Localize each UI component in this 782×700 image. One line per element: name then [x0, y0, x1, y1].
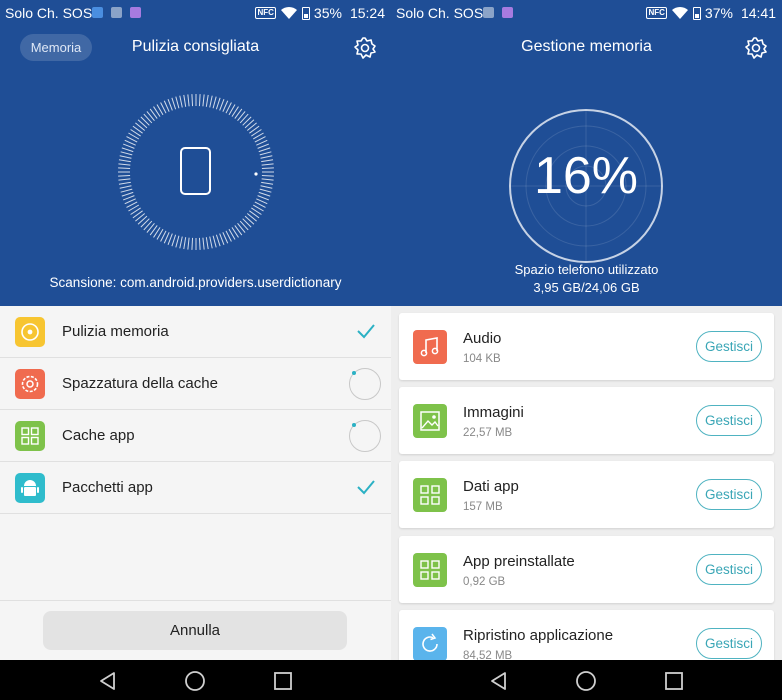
storage-card-app-restore: Ripristino applicazione 84,52 MB Gestisc…: [399, 610, 774, 660]
category-name: Audio: [463, 330, 502, 347]
home-icon[interactable]: [184, 670, 206, 692]
back-icon[interactable]: [488, 670, 510, 692]
left-navigation-bar: [0, 660, 391, 700]
manage-button[interactable]: Gestisci: [696, 331, 762, 362]
memory-clean-icon: [15, 317, 45, 347]
battery-percent: 37%: [704, 5, 733, 21]
check-icon: [357, 480, 375, 495]
restore-icon: [413, 627, 447, 660]
battery-icon: [692, 6, 701, 20]
header-panel: Solo Ch. SOS NFC 35% 15:24 Memoria Puliz…: [0, 0, 391, 306]
list-item-label: Pulizia memoria: [62, 323, 169, 340]
nfc-icon: NFC: [255, 7, 276, 19]
gallery-notification-icon: [111, 7, 122, 18]
page-title: Gestione memoria: [521, 38, 652, 55]
right-navigation-bar: [391, 660, 782, 700]
gear-icon[interactable]: [353, 36, 377, 60]
manage-button[interactable]: Gestisci: [696, 479, 762, 510]
category-name: Dati app: [463, 478, 519, 495]
recents-icon[interactable]: [663, 670, 685, 692]
clock: 15:24: [349, 5, 385, 21]
gallery-notification-icon: [483, 7, 494, 18]
home-icon[interactable]: [575, 670, 597, 692]
chat-notification-icon: [130, 7, 141, 18]
category-size: 0,92 GB: [463, 576, 506, 588]
list-item-label: Cache app: [62, 427, 135, 444]
carrier-label: Solo Ch. SOS: [5, 5, 93, 21]
battery-icon: [301, 6, 310, 20]
storage-card-preinstalled-apps: App preinstallate 0,92 GB Gestisci: [399, 536, 774, 603]
image-icon: [413, 404, 447, 438]
category-size: 157 MB: [463, 501, 503, 513]
back-icon[interactable]: [97, 670, 119, 692]
storage-card-app-data: Dati app 157 MB Gestisci: [399, 461, 774, 528]
status-bar: Solo Ch. SOS NFC 37% 14:41: [391, 0, 782, 26]
app-grid-icon: [413, 553, 447, 587]
storage-card-images: Immagini 22,57 MB Gestisci: [399, 387, 774, 454]
category-name: App preinstallate: [463, 553, 575, 570]
carrier-label: Solo Ch. SOS: [396, 5, 484, 21]
app-grid-icon: [413, 478, 447, 512]
scan-status-text: Scansione: com.android.providers.userdic…: [49, 275, 342, 290]
chat-notification-icon: [502, 7, 513, 18]
loading-spinner-icon: [349, 420, 381, 452]
list-item[interactable]: Spazzatura della cache: [0, 358, 391, 410]
usage-percent: 16%: [533, 147, 639, 205]
cleanup-screen: Solo Ch. SOS NFC 35% 15:24 Memoria Puliz…: [0, 0, 391, 660]
wifi-icon: [671, 6, 688, 19]
app-grid-icon: [15, 421, 45, 451]
status-bar: Solo Ch. SOS NFC 35% 15:24: [0, 0, 391, 26]
list-item-label: Spazzatura della cache: [62, 375, 218, 392]
cancel-button[interactable]: Annulla: [43, 611, 347, 650]
category-size: 104 KB: [463, 353, 501, 365]
manage-button[interactable]: Gestisci: [696, 405, 762, 436]
loading-spinner-icon: [349, 368, 381, 400]
list-item[interactable]: Pulizia memoria: [0, 306, 391, 358]
list-item[interactable]: Pacchetti app: [0, 462, 391, 514]
category-size: 22,57 MB: [463, 427, 513, 439]
cache-gear-icon: [15, 369, 45, 399]
notification-icon: [92, 7, 103, 18]
category-name: Ripristino applicazione: [463, 627, 614, 644]
gear-icon[interactable]: [744, 36, 768, 60]
header-panel: Solo Ch. SOS NFC 37% 14:41 Gestione memo…: [391, 0, 782, 306]
screenshot-pair: Solo Ch. SOS NFC 35% 15:24 Memoria Puliz…: [0, 0, 782, 700]
recents-icon[interactable]: [272, 670, 294, 692]
battery-percent: 35%: [313, 5, 342, 21]
wifi-icon: [280, 6, 297, 19]
list-item-label: Pacchetti app: [62, 479, 153, 496]
category-size: 84,52 MB: [463, 650, 513, 660]
music-note-icon: [413, 330, 447, 364]
clock: 14:41: [740, 5, 776, 21]
usage-label: Spazio telefono utilizzato: [514, 262, 659, 277]
storage-card-audio: Audio 104 KB Gestisci: [399, 313, 774, 380]
manage-button[interactable]: Gestisci: [696, 628, 762, 659]
manage-button[interactable]: Gestisci: [696, 554, 762, 585]
nfc-icon: NFC: [646, 7, 667, 19]
phone-icon: [180, 147, 211, 195]
usage-value: 3,95 GB/24,06 GB: [533, 280, 640, 295]
cleanup-list: Pulizia memoria Spazzatura della cache C…: [0, 306, 391, 514]
category-name: Immagini: [463, 404, 524, 421]
page-title: Pulizia consigliata: [131, 38, 260, 55]
list-item[interactable]: Cache app: [0, 410, 391, 462]
check-icon: [357, 324, 375, 339]
storage-screen: Solo Ch. SOS NFC 37% 14:41 Gestione memo…: [391, 0, 782, 660]
android-icon: [15, 473, 45, 503]
